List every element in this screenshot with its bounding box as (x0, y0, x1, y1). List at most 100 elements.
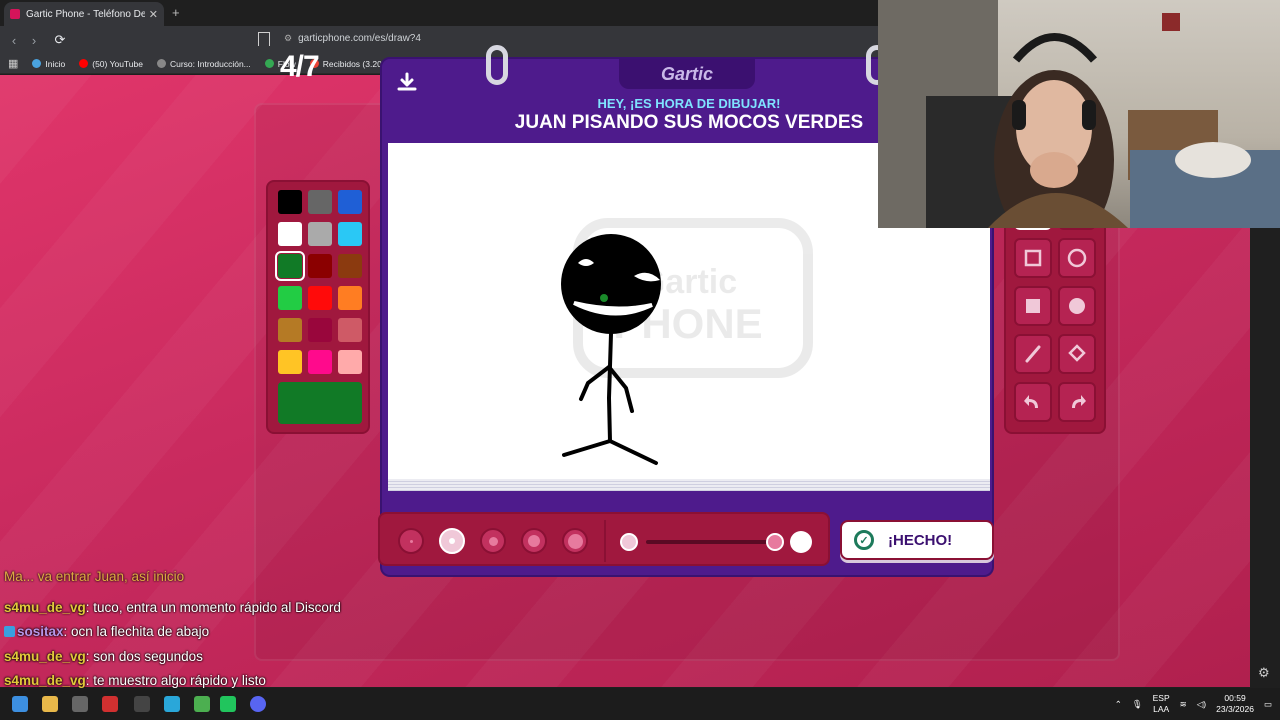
app-icon[interactable] (164, 696, 180, 712)
filled-rectangle-icon (1026, 299, 1040, 313)
line-icon (1025, 345, 1041, 363)
apps-grid-icon[interactable]: ▦ (8, 57, 18, 70)
clock[interactable]: 00:59 23/3/2026 (1216, 693, 1254, 715)
bookmark-label: Curso: Introducción... (169, 58, 251, 69)
file-explorer-icon[interactable] (42, 696, 58, 712)
current-color-preview (278, 382, 362, 424)
filled-rectangle-tool-button[interactable] (1014, 286, 1052, 326)
app-icon[interactable] (134, 696, 150, 712)
color-swatch[interactable] (308, 350, 332, 374)
browser-tab[interactable]: Gartic Phone - Teléfono Descom ✕ (4, 2, 164, 26)
color-swatch[interactable] (338, 254, 362, 278)
bookmark-label: Inicio (45, 58, 66, 69)
app-icon[interactable] (102, 696, 118, 712)
color-swatch[interactable] (308, 222, 332, 246)
webcam-overlay (878, 0, 1280, 228)
url-text: garticphone.com/es/draw?4 (298, 33, 421, 44)
forward-arrow-icon[interactable]: › (24, 33, 44, 48)
binder-ring-left-icon (486, 45, 508, 85)
fill-bucket-tool-button[interactable] (1058, 334, 1096, 374)
bookmark-favicon-icon (264, 59, 274, 68)
chat-message: Ma... va entrar Juan, así inicio (4, 569, 184, 584)
settings-gear-icon[interactable]: ⚙ (1258, 665, 1270, 681)
undo-tool-button[interactable] (1014, 382, 1052, 422)
filled-ellipse-tool-button[interactable] (1058, 286, 1096, 326)
bookmark-item[interactable]: Curso: Introducción... (156, 58, 251, 69)
opacity-slider-thumb[interactable] (766, 533, 784, 551)
app-icon[interactable] (72, 696, 88, 712)
address-bar[interactable]: ⚙ garticphone.com/es/draw?4 (284, 33, 421, 44)
color-swatch[interactable] (338, 286, 362, 310)
opacity-max-icon (790, 531, 812, 553)
rectangle-tool-button[interactable] (1014, 238, 1052, 278)
color-swatch[interactable] (308, 318, 332, 342)
discord-icon[interactable] (250, 696, 266, 712)
chevron-up-icon[interactable]: ⌃ (1115, 699, 1122, 710)
color-swatch[interactable] (338, 190, 362, 214)
bookmark-favicon-icon (32, 59, 42, 68)
windows-taskbar: ⌃ 🎙 ESP LAA ≋ ◁) 00:59 23/3/2026 ▭ (0, 688, 1280, 720)
color-swatch[interactable] (338, 318, 362, 342)
color-swatch[interactable] (308, 254, 332, 278)
tab-title: Gartic Phone - Teléfono Descom (26, 8, 145, 20)
filled-ellipse-icon (1069, 298, 1085, 314)
wifi-icon[interactable]: ≋ (1180, 699, 1187, 710)
done-button[interactable]: ✓ ¡HECHO! (840, 520, 994, 560)
app-icon[interactable] (220, 696, 236, 712)
download-icon[interactable] (396, 71, 418, 93)
chat-text: : son dos segundos (85, 648, 203, 664)
brush-size-button[interactable] (480, 528, 506, 554)
redo-tool-button[interactable] (1058, 382, 1096, 422)
divider (604, 520, 606, 562)
brush-size-button[interactable] (521, 528, 547, 554)
language-indicator[interactable]: ESP LAA (1153, 693, 1170, 715)
color-swatch[interactable] (278, 222, 302, 246)
site-info-icon[interactable]: ⚙ (284, 33, 292, 44)
chat-message: s4mu_de_vg: te muestro algo rápido y lis… (4, 673, 266, 688)
color-swatch[interactable] (278, 286, 302, 310)
color-swatch[interactable] (278, 190, 302, 214)
chat-username: s4mu_de_vg (4, 648, 86, 664)
drawn-head (561, 234, 661, 334)
brush-size-button[interactable] (398, 528, 424, 554)
color-swatch[interactable] (338, 222, 362, 246)
bookmark-favicon-icon (156, 59, 166, 68)
app-icon[interactable] (194, 696, 210, 712)
chat-text: : te muestro algo rápido y listo (85, 673, 266, 688)
reload-icon[interactable]: ⟳ (50, 32, 70, 48)
done-label: ¡HECHO! (888, 531, 953, 549)
close-tab-icon[interactable]: ✕ (149, 8, 158, 21)
color-swatch[interactable] (308, 190, 332, 214)
system-tray: ⌃ 🎙 ESP LAA ≋ ◁) 00:59 23/3/2026 ▭ (1115, 692, 1272, 716)
opacity-slider[interactable] (646, 540, 774, 544)
start-icon[interactable] (12, 696, 28, 712)
chat-text: : tuco, entra un momento rápido al Disco… (85, 599, 341, 615)
color-swatch[interactable] (308, 286, 332, 310)
chat-text: : ocn la flechita de abajo (63, 624, 210, 639)
chat-message: s4mu_de_vg: son dos segundos (4, 649, 203, 664)
bookmark-icon[interactable] (258, 32, 270, 46)
brush-size-button[interactable] (439, 528, 465, 554)
line-tool-button[interactable] (1014, 334, 1052, 374)
volume-icon[interactable]: ◁) (1197, 699, 1206, 710)
back-arrow-icon[interactable]: ‹ (4, 33, 24, 48)
notifications-icon[interactable]: ▭ (1264, 699, 1272, 710)
webcam-scene (878, 0, 1280, 228)
bookmark-item[interactable]: Inicio (32, 59, 65, 69)
chat-username: sositax (17, 624, 64, 639)
color-swatch[interactable] (278, 318, 302, 342)
stream-chat-overlay: Ma... va entrar Juan, así inicio s4mu_de_… (0, 569, 400, 713)
microphone-icon[interactable]: 🎙 (1132, 699, 1143, 710)
ellipse-tool-button[interactable] (1058, 238, 1096, 278)
brush-size-button[interactable] (562, 528, 588, 554)
chat-message: s4mu_de_vg: tuco, entra un momento rápid… (4, 600, 341, 615)
color-swatch[interactable] (278, 350, 302, 374)
color-swatch[interactable] (275, 251, 305, 281)
bookmark-item[interactable]: (50) YouTube (79, 59, 143, 69)
clock-date: 23/3/2026 (1216, 704, 1254, 714)
bookmark-label: (50) YouTube (92, 58, 143, 69)
color-palette (266, 180, 370, 434)
chat-message: sositax: ocn la flechita de abajo (4, 624, 209, 639)
color-swatch[interactable] (338, 350, 362, 374)
new-tab-button[interactable]: + (172, 5, 180, 20)
